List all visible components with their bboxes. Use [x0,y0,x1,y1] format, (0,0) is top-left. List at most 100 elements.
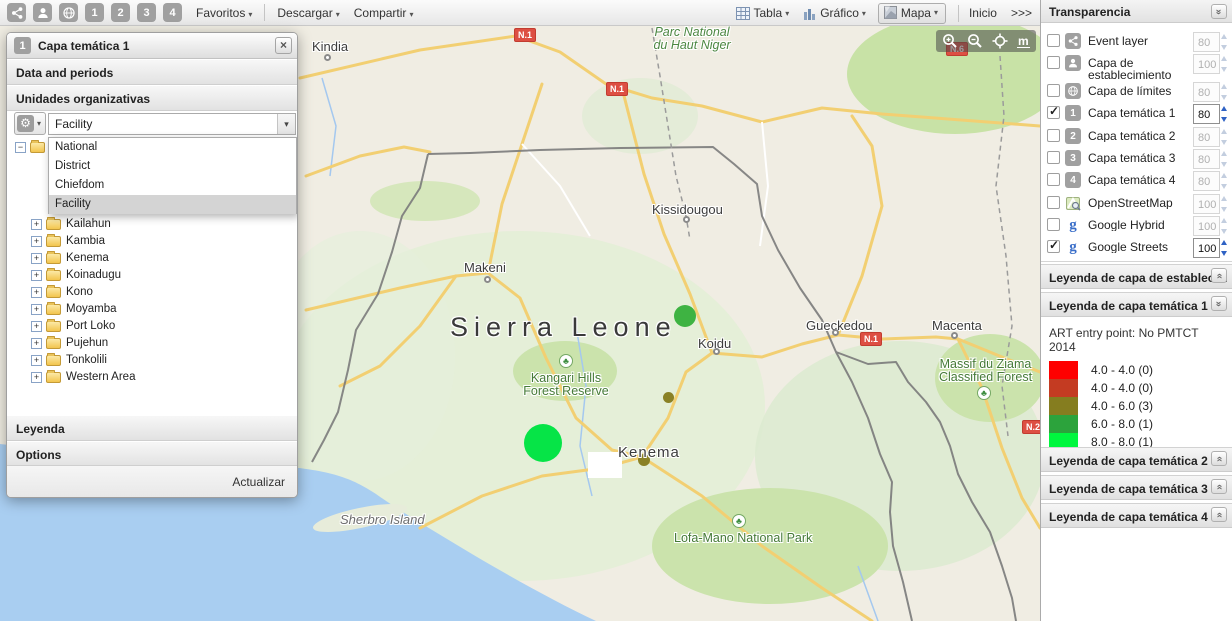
section-data-periods[interactable]: Data and periods [7,59,297,85]
expand-node-icon[interactable]: + [31,270,42,281]
close-icon[interactable]: × [275,37,292,54]
legend-thematic2-header[interactable]: Leyenda de capa temática 2 [1041,447,1232,472]
spinner-arrows[interactable] [1220,83,1229,101]
tree-item[interactable]: + Kenema [31,250,109,266]
opacity-value[interactable]: 80 [1193,82,1220,102]
opacity-value[interactable]: 80 [1193,104,1220,124]
spinner-arrows[interactable] [1220,217,1229,235]
dropdown-option[interactable]: District [49,157,296,176]
legend-facility-header[interactable]: Leyenda de capa de estableci... [1041,264,1232,289]
spinner-arrows[interactable] [1220,55,1229,73]
tree-item-label[interactable]: Kono [66,286,93,298]
facility-layer-icon[interactable] [33,3,52,22]
opacity-value[interactable]: 100 [1193,238,1220,258]
expand-node-icon[interactable]: + [31,253,42,264]
org-unit-settings-button[interactable]: ⚙ ▾ [14,112,46,135]
thematic-layer-2-icon[interactable]: 2 [111,3,130,22]
expand-node-icon[interactable]: + [31,287,42,298]
home-button[interactable]: Inicio [969,6,997,20]
tree-item-label[interactable]: Moyamba [66,303,117,315]
expand-node-icon[interactable]: + [31,321,42,332]
thematic-data-point[interactable] [674,305,696,327]
spinner-arrows[interactable] [1220,33,1229,51]
update-button[interactable]: Actualizar [232,475,285,489]
tree-item-label[interactable]: Western Area [66,371,135,383]
tree-item[interactable]: + Kono [31,284,93,300]
opacity-value[interactable]: 100 [1193,216,1220,236]
thematic-layer-1-icon[interactable]: 1 [85,3,104,22]
layer-checkbox[interactable]: ✓ [1047,84,1060,97]
zoom-in-icon[interactable] [942,33,958,49]
thematic-data-point[interactable] [524,424,562,462]
expand-node-icon[interactable]: + [31,236,42,247]
zoom-out-icon[interactable] [967,33,983,49]
expand-node-icon[interactable]: + [31,304,42,315]
layer-checkbox[interactable]: ✓ [1047,129,1060,142]
layer-checkbox[interactable]: ✓ [1047,151,1060,164]
expand-node-icon[interactable]: + [31,338,42,349]
map-menu[interactable]: Mapa▾ [878,3,946,24]
collapse-legend-icon[interactable]: « [1211,296,1227,311]
section-options[interactable]: Options [7,441,297,467]
tree-item-label[interactable]: Kailahun [66,218,111,230]
tree-item-label[interactable]: Koinadugu [66,269,121,281]
legend-thematic4-header[interactable]: Leyenda de capa temática 4 [1041,503,1232,528]
layer-checkbox[interactable]: ✓ [1047,34,1060,47]
tree-item[interactable]: + Western Area [31,369,135,385]
spinner-arrows[interactable] [1220,105,1229,123]
tree-root-row[interactable]: − [15,139,50,155]
tree-item-label[interactable]: Kenema [66,252,109,264]
spinner-arrows[interactable] [1220,128,1229,146]
expand-node-icon[interactable]: + [31,372,42,383]
layer-checkbox[interactable]: ✓ [1047,240,1060,253]
legend-thematic1-header[interactable]: Leyenda de capa temática 1 [1041,292,1232,317]
tree-item[interactable]: + Tonkolili [31,352,107,368]
tree-item[interactable]: + Moyamba [31,301,117,317]
opacity-value[interactable]: 80 [1193,32,1220,52]
locate-icon[interactable] [992,33,1008,49]
transparency-header[interactable]: Transparencia [1041,0,1232,23]
download-menu[interactable]: Descargar▾ [277,6,339,20]
spinner-arrows[interactable] [1220,172,1229,190]
thematic-layer-3-icon[interactable]: 3 [137,3,156,22]
dropdown-option[interactable]: Facility [49,195,296,214]
thematic-data-point[interactable] [663,392,674,403]
legend-thematic3-header[interactable]: Leyenda de capa temática 3 [1041,475,1232,500]
expand-legend-icon[interactable]: « [1211,479,1227,494]
measure-icon[interactable]: m [1017,35,1030,48]
tree-item[interactable]: + Kailahun [31,216,111,232]
collapse-node-icon[interactable]: − [15,142,26,153]
layer-checkbox[interactable]: ✓ [1047,173,1060,186]
tree-item[interactable]: + Kambia [31,233,105,249]
overflow-button[interactable]: >>> [1011,6,1032,20]
tree-item-label[interactable]: Port Loko [66,320,115,332]
tree-item-label[interactable]: Kambia [66,235,105,247]
opacity-value[interactable]: 100 [1193,194,1220,214]
section-org-units[interactable]: Unidades organizativas [7,85,297,111]
table-menu[interactable]: Tabla▾ [736,6,790,20]
tree-item-label[interactable]: Pujehun [66,337,108,349]
spinner-arrows[interactable] [1220,239,1229,257]
tree-item[interactable]: + Pujehun [31,335,108,351]
tree-item[interactable]: + Port Loko [31,318,115,334]
expand-node-icon[interactable]: + [31,355,42,366]
layer-checkbox[interactable]: ✓ [1047,106,1060,119]
spinner-arrows[interactable] [1220,150,1229,168]
expand-node-icon[interactable]: + [31,219,42,230]
section-legend[interactable]: Leyenda [7,415,297,441]
chevron-down-icon[interactable]: ▾ [277,114,295,134]
dropdown-option[interactable]: National [49,138,296,157]
layer-checkbox[interactable]: ✓ [1047,196,1060,209]
share-menu[interactable]: Compartir▾ [354,6,414,20]
expand-legend-icon[interactable]: « [1211,451,1227,466]
expand-legend-icon[interactable]: « [1211,507,1227,522]
collapse-panel-icon[interactable]: « [1211,4,1227,19]
tree-item-label[interactable]: Tonkolili [66,354,107,366]
tree-item[interactable]: + Koinadugu [31,267,121,283]
expand-legend-icon[interactable]: « [1211,268,1227,283]
layer-checkbox[interactable]: ✓ [1047,218,1060,231]
panel-header[interactable]: 1 Capa temática 1 × [7,33,297,59]
favorites-menu[interactable]: Favoritos▾ [196,6,252,20]
opacity-value[interactable]: 80 [1193,127,1220,147]
opacity-value[interactable]: 80 [1193,149,1220,169]
